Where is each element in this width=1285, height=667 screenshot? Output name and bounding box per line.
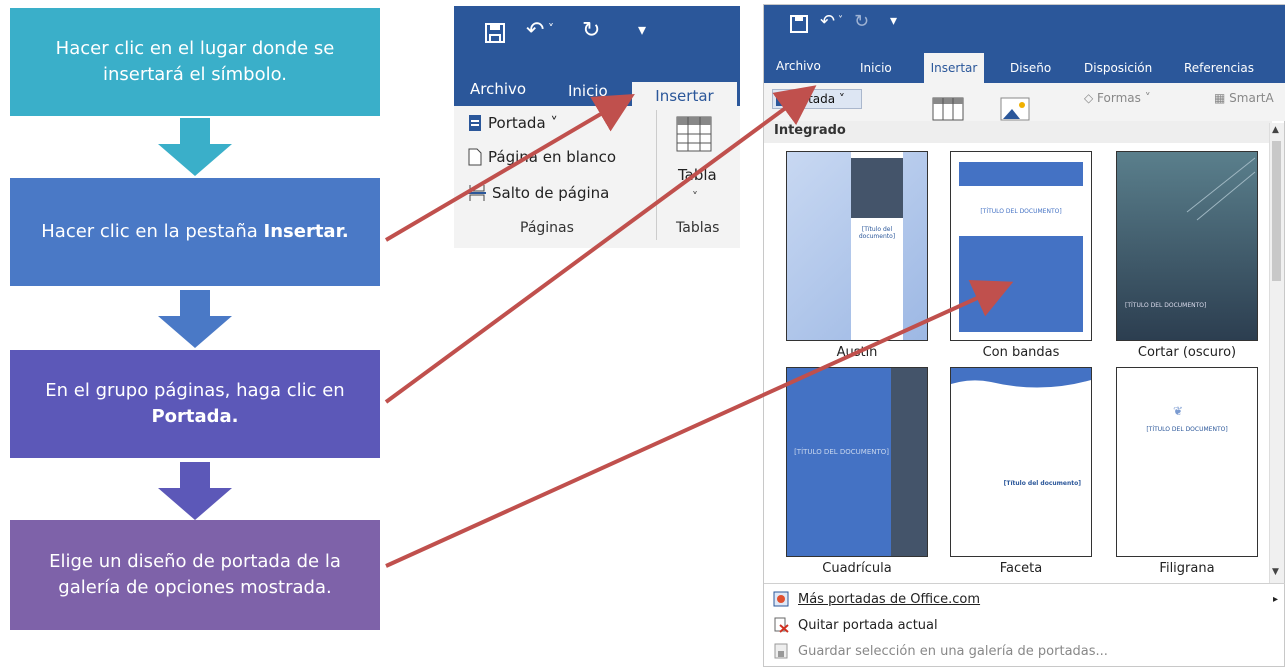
step-2-bold: Insertar. [263, 221, 349, 242]
customize-toolbar-icon[interactable]: ▾ [890, 13, 897, 29]
tab-inicio[interactable]: Inicio [860, 61, 892, 75]
cover-filigrana-title: [TÍTULO DEL DOCUMENTO] [1146, 426, 1228, 433]
menu-more-covers[interactable]: Más portadas de Office.com ▸ [764, 587, 1285, 611]
cover-bandas-title: [TÍTULO DEL DOCUMENTO] [980, 208, 1062, 215]
cover-austin-label: Austin [836, 345, 878, 360]
formas-label: Formas ˅ [1097, 91, 1151, 105]
scroll-up-icon[interactable]: ▲ [1272, 125, 1279, 135]
cover-austin-title: [Título del documento] [858, 226, 896, 240]
shapes-icon: ◇ [1084, 91, 1098, 105]
tab-insertar[interactable]: Insertar [632, 82, 737, 110]
save-icon[interactable] [790, 15, 808, 33]
cover-filigrana[interactable]: ❦ [TÍTULO DEL DOCUMENTO] [1116, 367, 1258, 557]
redo-icon[interactable]: ↻ [582, 18, 600, 43]
submenu-arrow-icon: ▸ [1272, 593, 1278, 605]
blank-page-button[interactable]: Página en blanco [468, 148, 616, 166]
group-paginas-label: Páginas [520, 220, 574, 236]
scroll-thumb[interactable] [1272, 141, 1281, 281]
cover-cortar-oscuro[interactable]: [TÍTULO DEL DOCUMENTO] [1116, 151, 1258, 341]
smartart-icon: ▦ [1214, 91, 1230, 105]
save-selection-icon [764, 643, 798, 659]
tab-insertar-label: Insertar [930, 61, 978, 75]
page-break-icon [468, 185, 486, 201]
down-arrow-2 [158, 290, 232, 348]
cover-faceta[interactable]: [Título del documento] [950, 367, 1092, 557]
table-icon[interactable] [676, 116, 712, 152]
portada-icon [776, 92, 786, 106]
remove-cover-icon [764, 617, 798, 633]
tabla-dropdown-icon[interactable]: ˅ [692, 190, 698, 204]
menu-more-covers-label: Más portadas de Office.com [798, 591, 981, 607]
menu-divider [764, 583, 1285, 584]
table-icon[interactable] [932, 97, 964, 121]
tab-disposicion[interactable]: Disposición [1084, 61, 1152, 75]
redo-icon[interactable]: ↻ [854, 11, 869, 32]
cover-cortar-oscuro-label: Cortar (oscuro) [1137, 345, 1237, 360]
menu-save-selection[interactable]: Guardar selección en una galería de port… [764, 639, 1285, 663]
smartart-label: SmartA [1229, 91, 1274, 105]
cover-con-bandas[interactable]: [TÍTULO DEL DOCUMENTO] [950, 151, 1092, 341]
step-4-box: Elige un diseño de portada de la galería… [10, 520, 380, 630]
portada-gallery-window: ↶ ˅ ↻ ▾ Archivo Inicio Insertar Diseño D… [763, 4, 1285, 667]
gallery-header: Integrado [774, 123, 846, 138]
cover-austin[interactable]: [Título del documento] [786, 151, 928, 341]
step-3-box: En el grupo páginas, haga clic en Portad… [10, 350, 380, 458]
step-1-text: Hacer clic en el lugar donde se insertar… [55, 38, 335, 85]
ribbon-commands: Portada ˅ ◇ Formas ˅ ▦ SmartA [764, 83, 1285, 121]
blank-page-label: Página en blanco [488, 148, 617, 166]
step-3-bold: Portada. [151, 406, 239, 427]
portada-button[interactable]: Portada ˅ [772, 89, 862, 109]
cover-oscuro-title: [TÍTULO DEL DOCUMENTO] [1125, 302, 1207, 309]
scroll-down-icon[interactable]: ▼ [1272, 567, 1279, 577]
page-break-label: Salto de página [492, 184, 610, 202]
office-covers-icon [764, 591, 798, 607]
cover-faceta-title: [Título del documento] [1003, 480, 1081, 487]
step-2-text: Hacer clic en la pestaña [41, 221, 264, 242]
tab-archivo[interactable]: Archivo [470, 80, 526, 98]
group-divider [656, 110, 657, 240]
tab-diseno[interactable]: Diseño [1010, 61, 1051, 75]
pictures-icon[interactable] [1000, 97, 1030, 121]
formas-button[interactable]: ◇ Formas ˅ [1084, 91, 1151, 105]
tab-inicio[interactable]: Inicio [568, 82, 608, 100]
step-1-box: Hacer clic en el lugar donde se insertar… [10, 8, 380, 116]
tab-archivo[interactable]: Archivo [776, 59, 821, 73]
down-arrow-3 [158, 462, 232, 520]
gallery-scrollbar[interactable]: ▲ ▼ [1269, 123, 1284, 583]
cover-cuadricula-title: [TÍTULO DEL DOCUMENTO] [794, 448, 889, 456]
tab-referencias[interactable]: Referencias [1184, 61, 1254, 75]
step-2-box: Hacer clic en la pestaña Insertar. [10, 178, 380, 286]
page-break-button[interactable]: Salto de página [468, 184, 609, 202]
portada-icon [469, 115, 481, 131]
down-arrow-1 [158, 118, 232, 176]
tab-insertar-label: Insertar [655, 87, 714, 105]
step-4-text: Elige un diseño de portada de la galería… [49, 551, 341, 598]
cover-cuadricula-label: Cuadrícula [822, 561, 892, 576]
undo-dropdown-icon[interactable]: ˅ [548, 22, 554, 36]
undo-dropdown-icon[interactable]: ˅ [838, 15, 843, 26]
step-3-text: En el grupo páginas, haga clic en [45, 380, 345, 401]
undo-icon[interactable]: ↶ [820, 11, 835, 32]
ribbon-insertar-small: ↶ ˅ ↻ ▾ Archivo Inicio Insertar Portada … [454, 6, 740, 248]
undo-icon[interactable]: ↶ [526, 18, 544, 43]
menu-remove-cover-label: Quitar portada actual [798, 617, 938, 633]
group-tablas-label: Tablas [676, 220, 720, 236]
tabla-label[interactable]: Tabla [678, 166, 717, 184]
portada-label: Portada ˅ [488, 114, 558, 132]
portada-label: Portada ˅ [789, 92, 845, 106]
save-icon[interactable] [484, 22, 506, 44]
smartart-button[interactable]: ▦ SmartA [1214, 91, 1274, 105]
cover-filigrana-label: Filigrana [1159, 561, 1215, 576]
customize-toolbar-icon[interactable]: ▾ [638, 20, 646, 39]
cover-faceta-label: Faceta [999, 561, 1043, 576]
cover-cuadricula[interactable]: [TÍTULO DEL DOCUMENTO] [786, 367, 928, 557]
blank-page-icon [468, 148, 482, 166]
menu-save-selection-label: Guardar selección en una galería de port… [798, 643, 1108, 659]
filigrana-ornament-icon: ❦ [1173, 404, 1184, 418]
menu-remove-cover[interactable]: Quitar portada actual [764, 613, 1285, 637]
tab-insertar[interactable]: Insertar [924, 53, 984, 83]
portada-button[interactable]: Portada ˅ [468, 114, 558, 132]
cover-con-bandas-label: Con bandas [982, 345, 1060, 360]
